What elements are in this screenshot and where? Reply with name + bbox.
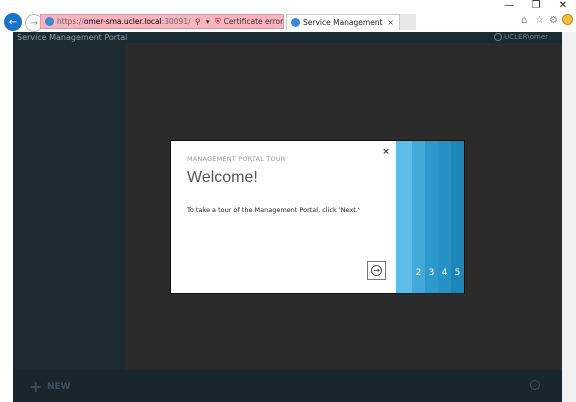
arrow-right-icon: → xyxy=(371,265,382,276)
new-tab-button[interactable] xyxy=(400,14,416,30)
url-rest: :30091/ xyxy=(161,17,191,26)
tour-steps: 2 3 4 5 xyxy=(396,141,464,293)
help-icon[interactable] xyxy=(530,380,540,390)
next-button[interactable]: → xyxy=(367,261,386,280)
new-button[interactable]: NEW xyxy=(47,381,71,393)
address-bar[interactable]: https://omer-sma.ucler.local:30091/ ⚲ ▾ … xyxy=(40,14,298,29)
tab-page-icon xyxy=(291,18,300,27)
user-label[interactable]: UCLER\omer xyxy=(504,32,548,43)
tour-step-label: 5 xyxy=(454,268,461,278)
url-host: omer-sma.ucler.local xyxy=(83,17,162,26)
star-icon[interactable]: ☆ xyxy=(535,15,544,26)
tab-label: Service Management xyxy=(303,18,383,27)
shield-icon: ⛨ xyxy=(215,17,221,26)
user-gear-icon[interactable] xyxy=(494,33,502,41)
tour-step-3[interactable]: 3 xyxy=(425,141,438,293)
portal-header: Service Management Portal UCLER\omer xyxy=(13,32,562,43)
arrow-right-icon: → xyxy=(29,17,39,29)
tour-title: Welcome! xyxy=(187,169,258,186)
close-window-button[interactable]: ✕ xyxy=(551,0,575,12)
plus-icon[interactable]: + xyxy=(29,379,42,395)
minimize-button[interactable]: — xyxy=(497,0,521,12)
tour-dialog: MANAGEMENT PORTAL TOUR Welcome! To take … xyxy=(171,141,464,293)
tour-step-2[interactable]: 2 xyxy=(412,141,425,293)
tour-step-label: 3 xyxy=(428,268,435,278)
url-text[interactable]: https://omer-sma.ucler.local:30091/ xyxy=(57,15,191,28)
page-icon xyxy=(45,17,54,26)
close-icon[interactable]: × xyxy=(381,147,391,157)
scrollbar[interactable] xyxy=(562,32,576,402)
certificate-error-button[interactable]: ⛨ Certificate error xyxy=(215,17,289,26)
gear-icon[interactable]: ⚙ xyxy=(549,15,558,26)
chevron-down-icon[interactable]: ▾ xyxy=(206,17,210,26)
restore-button[interactable]: ❐ xyxy=(524,0,548,12)
portal-sidebar xyxy=(13,43,125,370)
tour-step-5[interactable]: 5 xyxy=(451,141,464,293)
arrow-left-icon: ← xyxy=(8,16,18,28)
tour-kicker: MANAGEMENT PORTAL TOUR xyxy=(187,155,286,163)
address-tools: ⚲ ▾ ⛨Certificate error ↻ xyxy=(195,15,301,28)
tour-step-1[interactable] xyxy=(396,141,412,293)
tab-service-management[interactable]: Service Management × xyxy=(286,14,400,30)
tour-step-label: 2 xyxy=(415,268,422,278)
url-scheme: https:// xyxy=(57,17,84,26)
search-icon[interactable]: ⚲ xyxy=(195,17,201,26)
home-icon[interactable]: ⌂ xyxy=(521,15,527,26)
smiley-icon[interactable] xyxy=(562,14,573,25)
tour-step-4[interactable]: 4 xyxy=(438,141,451,293)
browser-toolbar: ← → https://omer-sma.ucler.local:30091/ … xyxy=(0,12,576,32)
tab-close-icon[interactable]: × xyxy=(387,15,394,30)
certificate-error-label: Certificate error xyxy=(223,17,284,26)
tour-body-text: To take a tour of the Management Portal,… xyxy=(187,206,360,214)
portal-footer: + NEW xyxy=(13,370,562,402)
tour-step-label: 4 xyxy=(441,268,448,278)
portal-title: Service Management Portal xyxy=(17,33,128,42)
window-titlebar: — ❐ ✕ xyxy=(0,0,576,12)
back-button[interactable]: ← xyxy=(4,13,22,31)
